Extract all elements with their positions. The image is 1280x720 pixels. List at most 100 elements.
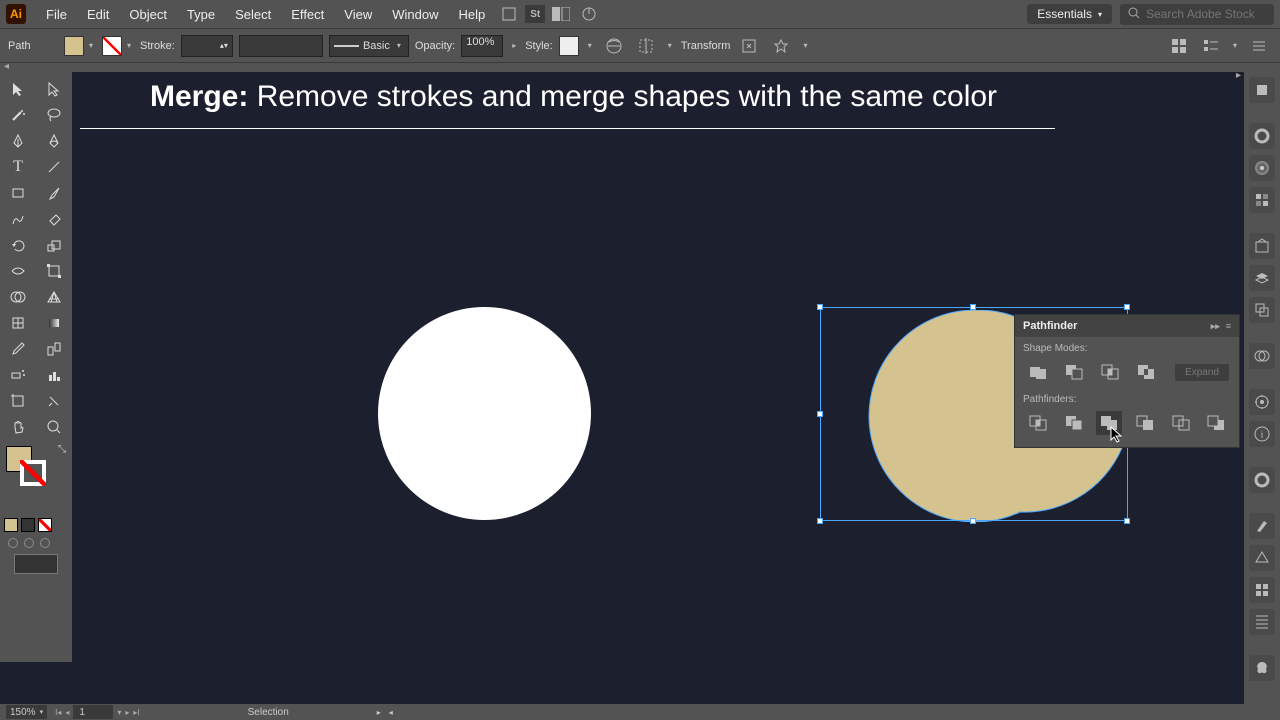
dock-symbols-icon[interactable] xyxy=(1249,545,1275,571)
arrange-docs-icon[interactable] xyxy=(549,3,573,25)
minus-back-button[interactable] xyxy=(1203,411,1229,435)
menu-edit[interactable]: Edit xyxy=(77,7,119,22)
paintbrush-tool[interactable] xyxy=(36,180,72,206)
unite-button[interactable] xyxy=(1025,360,1051,384)
crop-button[interactable] xyxy=(1132,411,1158,435)
artboard-number-input[interactable]: 1 xyxy=(73,705,113,719)
status-back-icon[interactable]: ◂ xyxy=(389,708,393,717)
trim-button[interactable] xyxy=(1061,411,1087,435)
selection-handle[interactable] xyxy=(817,411,823,417)
panel-menu-icon[interactable] xyxy=(1246,33,1272,59)
dock-graphic-styles-icon[interactable] xyxy=(1249,655,1275,681)
color-mode-gradient[interactable] xyxy=(21,518,35,532)
artboard-tool[interactable] xyxy=(0,388,36,414)
dock-properties-icon[interactable] xyxy=(1249,77,1275,103)
stroke-profile-dropdown[interactable] xyxy=(239,35,323,57)
dock-stroke-icon[interactable] xyxy=(1249,467,1275,493)
mesh-tool[interactable] xyxy=(0,310,36,336)
scale-tool[interactable] xyxy=(36,232,72,258)
eraser-tool[interactable] xyxy=(36,206,72,232)
circle-shape[interactable] xyxy=(378,307,591,520)
outline-button[interactable] xyxy=(1168,411,1194,435)
panel-grid-icon[interactable] xyxy=(1166,33,1192,59)
slice-tool[interactable] xyxy=(36,388,72,414)
doc-tab-collapse[interactable] xyxy=(0,62,1280,72)
color-mode-color[interactable] xyxy=(4,518,18,532)
dock-appearance-icon[interactable] xyxy=(1249,389,1275,415)
fill-swatch[interactable] xyxy=(64,36,84,56)
opacity-slider-icon[interactable]: ▸ xyxy=(509,41,519,51)
selection-handle[interactable] xyxy=(817,304,823,310)
dock-pathfinder-icon[interactable] xyxy=(1249,343,1275,369)
dock-layers-icon[interactable] xyxy=(1249,265,1275,291)
last-artboard-button[interactable]: ▸I xyxy=(133,708,139,717)
style-dropdown-icon[interactable]: ▾ xyxy=(585,41,595,51)
brush-def-dropdown[interactable]: Basic▾ xyxy=(329,35,409,57)
pen-tool[interactable] xyxy=(0,128,36,154)
shape-builder-tool[interactable] xyxy=(0,284,36,310)
type-tool[interactable]: T xyxy=(0,154,36,180)
pathfinder-titlebar[interactable]: Pathfinder ▸▸ ≡ xyxy=(1015,315,1239,337)
zoom-tool[interactable] xyxy=(36,414,72,440)
menu-file[interactable]: File xyxy=(36,7,77,22)
zoom-level[interactable]: 150% ▾ xyxy=(6,705,47,719)
selection-tool[interactable] xyxy=(0,76,36,102)
gpu-icon[interactable] xyxy=(577,3,601,25)
stock-search[interactable] xyxy=(1120,4,1274,25)
first-artboard-button[interactable]: I◂ xyxy=(55,708,61,717)
stroke-weight-input[interactable]: ▴▾ xyxy=(181,35,233,57)
bridge-icon[interactable] xyxy=(497,3,521,25)
intersect-button[interactable] xyxy=(1097,360,1123,384)
minus-front-button[interactable] xyxy=(1061,360,1087,384)
menu-help[interactable]: Help xyxy=(448,7,495,22)
align-icon[interactable] xyxy=(633,33,659,59)
column-graph-tool[interactable] xyxy=(36,362,72,388)
dock-info-icon[interactable]: i xyxy=(1249,421,1275,447)
menu-type[interactable]: Type xyxy=(177,7,225,22)
magic-wand-tool[interactable] xyxy=(0,102,36,128)
edit-similar-icon[interactable] xyxy=(768,33,794,59)
free-transform-tool[interactable] xyxy=(36,258,72,284)
panel-menu-icon[interactable]: ≡ xyxy=(1226,321,1231,331)
dock-artboards-icon[interactable] xyxy=(1249,297,1275,323)
rotate-tool[interactable] xyxy=(0,232,36,258)
dock-transform-icon[interactable] xyxy=(1249,609,1275,635)
lasso-tool[interactable] xyxy=(36,102,72,128)
opacity-input[interactable]: 100% xyxy=(461,35,503,57)
shaper-tool[interactable] xyxy=(0,206,36,232)
blend-tool[interactable] xyxy=(36,336,72,362)
recolor-icon[interactable] xyxy=(601,33,627,59)
color-mode-none[interactable] xyxy=(38,518,52,532)
gradient-tool[interactable] xyxy=(36,310,72,336)
perspective-grid-tool[interactable] xyxy=(36,284,72,310)
style-swatch[interactable] xyxy=(559,36,579,56)
dock-libraries-icon[interactable] xyxy=(1249,233,1275,259)
collapse-dock-icon[interactable]: ▸ xyxy=(1236,70,1244,82)
collapse-panel-icon[interactable]: ▸▸ xyxy=(1211,321,1220,332)
eyedropper-tool[interactable] xyxy=(0,336,36,362)
dock-color-icon[interactable] xyxy=(1249,123,1275,149)
swap-fill-stroke-icon[interactable]: ⤡ xyxy=(58,444,66,455)
panel-list-icon[interactable] xyxy=(1198,33,1224,59)
exclude-button[interactable] xyxy=(1133,360,1159,384)
menu-window[interactable]: Window xyxy=(382,7,448,22)
symbol-sprayer-tool[interactable] xyxy=(0,362,36,388)
divide-button[interactable] xyxy=(1025,411,1051,435)
menu-effect[interactable]: Effect xyxy=(281,7,334,22)
draw-behind[interactable] xyxy=(24,538,34,548)
draw-normal[interactable] xyxy=(8,538,18,548)
stock-icon[interactable]: St xyxy=(525,5,545,23)
selection-handle[interactable] xyxy=(970,304,976,310)
line-tool[interactable] xyxy=(36,154,72,180)
dock-color-guide-icon[interactable] xyxy=(1249,155,1275,181)
screen-mode-button[interactable] xyxy=(14,554,58,574)
rectangle-tool[interactable] xyxy=(0,180,36,206)
menu-select[interactable]: Select xyxy=(225,7,281,22)
fill-stroke-control[interactable]: ⤡ xyxy=(4,444,68,496)
selection-handle[interactable] xyxy=(1124,518,1130,524)
transform-link[interactable]: Transform xyxy=(681,40,731,52)
next-artboard-button[interactable]: ▸ xyxy=(125,708,129,717)
isolate-icon[interactable] xyxy=(736,33,762,59)
menu-view[interactable]: View xyxy=(334,7,382,22)
search-input[interactable] xyxy=(1146,7,1266,21)
